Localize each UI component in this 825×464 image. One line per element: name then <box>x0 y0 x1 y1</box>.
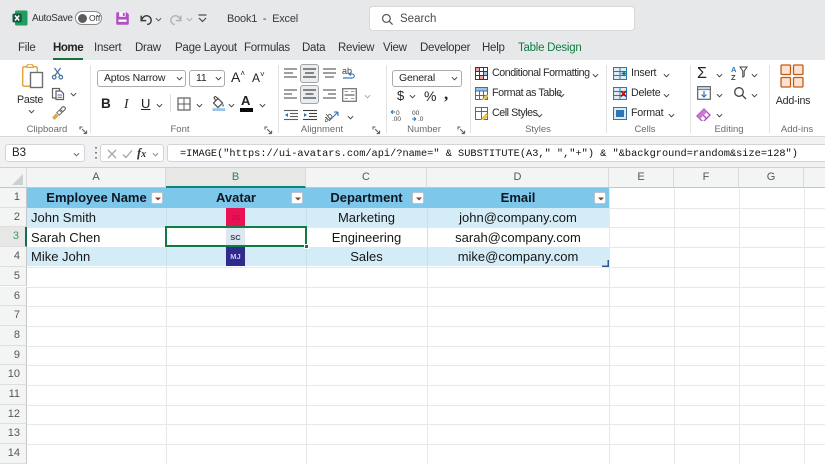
svg-text:Z: Z <box>731 73 736 81</box>
svg-text:.0: .0 <box>418 116 424 122</box>
svg-text:.00: .00 <box>392 116 401 122</box>
